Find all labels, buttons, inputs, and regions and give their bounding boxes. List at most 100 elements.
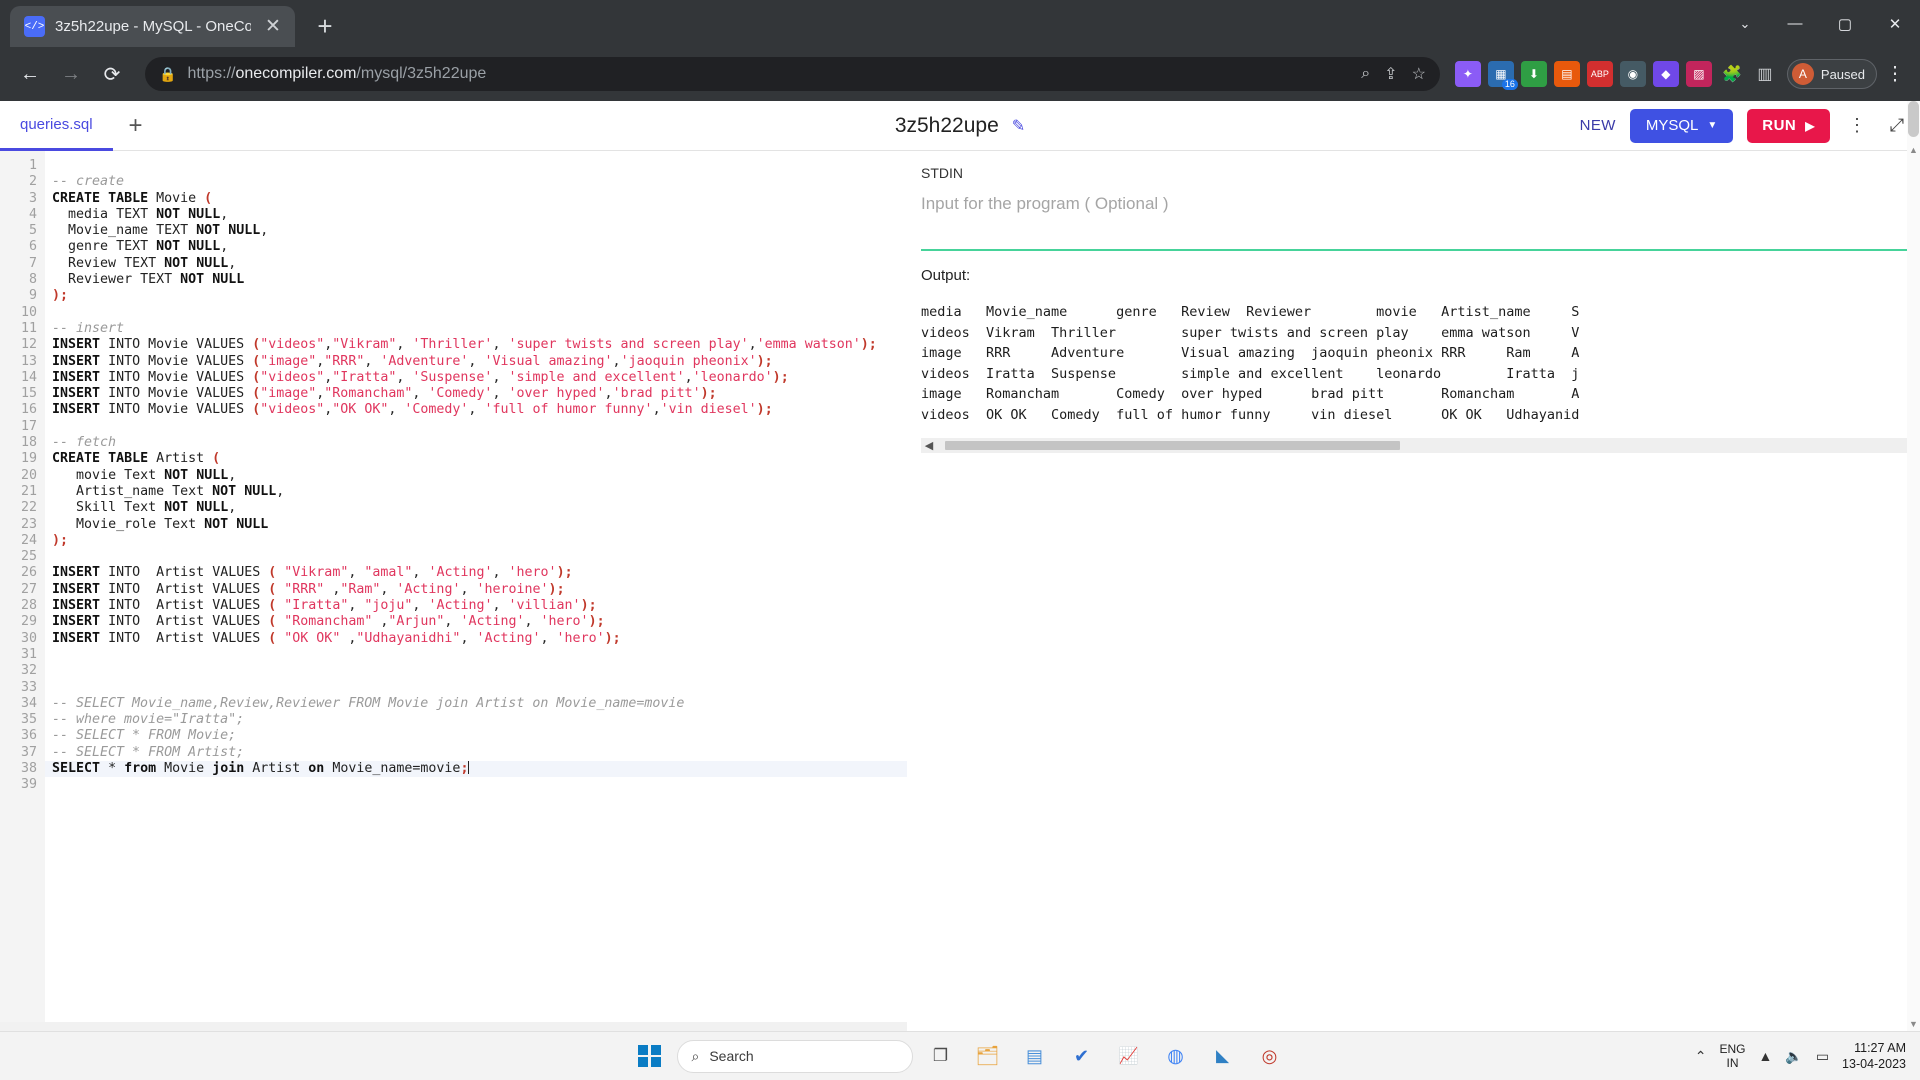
calculator-icon[interactable]: ▤ (1016, 1037, 1054, 1075)
code-line[interactable]: -- insert (52, 321, 907, 337)
code-line[interactable]: -- SELECT * FROM Artist; (52, 745, 907, 761)
stdin-input[interactable]: Input for the program ( Optional ) (921, 194, 1920, 214)
code-line[interactable]: INSERT INTO Artist VALUES ( "Romancham" … (52, 614, 907, 630)
scrollbar-thumb[interactable] (945, 441, 1400, 450)
code-line[interactable]: Movie_name TEXT NOT NULL, (52, 223, 907, 239)
code-line[interactable]: media TEXT NOT NULL, (52, 207, 907, 223)
media-extension-icon[interactable]: ▦16 (1488, 61, 1514, 87)
line-number: 38 (0, 761, 37, 777)
scroll-left-icon[interactable]: ◀ (921, 439, 937, 452)
code-line[interactable]: INSERT INTO Artist VALUES ( "RRR" ,"Ram"… (52, 582, 907, 598)
puzzle-piece-icon[interactable]: 🧩 (1719, 61, 1745, 87)
eye-extension-icon[interactable]: ◉ (1620, 61, 1646, 87)
code-line[interactable]: SELECT * from Movie join Artist on Movie… (45, 761, 907, 777)
code-line[interactable] (52, 305, 907, 321)
grid-extension-icon[interactable]: ▤ (1554, 61, 1580, 87)
target-app-icon[interactable]: ◎ (1251, 1037, 1289, 1075)
line-number: 15 (0, 386, 37, 402)
taskbar-search[interactable]: ⌕ Search (677, 1040, 913, 1073)
search-icon[interactable]: ⌕ (1361, 65, 1370, 83)
edit-title-icon[interactable]: ✎ (1012, 116, 1025, 136)
code-line[interactable] (52, 158, 907, 174)
maximize-icon[interactable]: ▢ (1820, 0, 1870, 47)
back-icon[interactable]: ← (12, 56, 48, 92)
code-line[interactable] (52, 663, 907, 679)
code-line[interactable] (52, 647, 907, 663)
browser-tab[interactable]: </> 3z5h22upe - MySQL - OneCompi ✕ (10, 6, 295, 47)
adblock-extension-icon[interactable]: ABP (1587, 61, 1613, 87)
page-scrollbar-thumb[interactable] (1908, 101, 1919, 137)
bookmark-star-icon[interactable]: ☆ (1412, 64, 1426, 84)
more-options-icon[interactable]: ⋮ (1844, 115, 1870, 136)
stdin-label: STDIN (921, 165, 1920, 181)
new-tab-button[interactable]: + (307, 8, 343, 44)
file-explorer-icon[interactable]: 🗂 (969, 1037, 1007, 1075)
scroll-up-icon[interactable]: ▲ (1908, 145, 1919, 155)
editor-horizontal-scrollbar[interactable] (0, 1022, 907, 1031)
code-line[interactable]: Movie_role Text NOT NULL (52, 517, 907, 533)
windows-start-icon[interactable] (632, 1038, 668, 1074)
code-line[interactable]: -- fetch (52, 435, 907, 451)
code-line[interactable]: INSERT INTO Artist VALUES ( "OK OK" ,"Ud… (52, 631, 907, 647)
paint-extension-icon[interactable]: ▨ (1686, 61, 1712, 87)
shield-extension-icon[interactable]: ◆ (1653, 61, 1679, 87)
scrollbar-track[interactable] (937, 438, 1904, 453)
minimize-icon[interactable]: — (1770, 0, 1820, 47)
code-line[interactable] (52, 777, 907, 793)
code-line[interactable] (52, 419, 907, 435)
profile-button[interactable]: A Paused (1787, 59, 1877, 89)
output-horizontal-scrollbar[interactable]: ◀ ▶ (921, 438, 1920, 453)
code-line[interactable]: -- create (52, 174, 907, 190)
sidepanel-icon[interactable]: ▥ (1752, 61, 1778, 87)
line-number: 34 (0, 696, 37, 712)
code-line[interactable]: -- SELECT * FROM Movie; (52, 728, 907, 744)
line-number: 36 (0, 728, 37, 744)
page-vertical-scrollbar[interactable]: ▲ ▼ (1907, 101, 1920, 1031)
run-button[interactable]: RUN ▶ (1747, 109, 1830, 143)
code-line[interactable]: INSERT INTO Movie VALUES ("videos","OK O… (52, 402, 907, 418)
chevron-down-icon[interactable]: ⌄ (1720, 0, 1770, 47)
code-line[interactable]: movie Text NOT NULL, (52, 468, 907, 484)
todo-icon[interactable]: ✔ (1063, 1037, 1101, 1075)
vscode-icon[interactable]: ◣ (1204, 1037, 1242, 1075)
browser-menu-icon[interactable]: ⋮ (1882, 63, 1908, 86)
new-button[interactable]: NEW (1580, 117, 1616, 134)
code-line[interactable]: Reviewer TEXT NOT NULL (52, 272, 907, 288)
chrome-icon[interactable]: ◍ (1157, 1037, 1195, 1075)
scroll-down-icon[interactable]: ▼ (1908, 1019, 1919, 1029)
reload-icon[interactable]: ⟳ (94, 56, 130, 92)
code-line[interactable]: CREATE TABLE Artist ( (52, 451, 907, 467)
code-line[interactable] (52, 680, 907, 696)
line-number: 14 (0, 370, 37, 386)
code-editor[interactable]: 1234567891011121314151617181920212223242… (0, 151, 907, 1031)
forward-icon[interactable]: → (53, 56, 89, 92)
chart-app-icon[interactable]: 📈 (1110, 1037, 1148, 1075)
code-line[interactable]: Artist_name Text NOT NULL, (52, 484, 907, 500)
file-tab-queries-sql[interactable]: queries.sql (0, 101, 113, 151)
code-line[interactable]: INSERT INTO Artist VALUES ( "Vikram", "a… (52, 565, 907, 581)
code-line[interactable]: genre TEXT NOT NULL, (52, 239, 907, 255)
share-icon[interactable]: ⇪ (1384, 64, 1397, 84)
language-selector[interactable]: MYSQL ▼ (1630, 109, 1733, 143)
close-window-icon[interactable]: ✕ (1870, 0, 1920, 47)
download-extension-icon[interactable]: ⬇ (1521, 61, 1547, 87)
code-line[interactable]: -- SELECT Movie_name,Review,Reviewer FRO… (52, 696, 907, 712)
code-line[interactable]: -- where movie="Iratta"; (52, 712, 907, 728)
code-line[interactable] (52, 549, 907, 565)
taskview-icon[interactable]: ❐ (922, 1037, 960, 1075)
puzzle-extension-icon[interactable]: ✦ (1455, 61, 1481, 87)
code-line[interactable]: ); (52, 288, 907, 304)
add-file-button[interactable]: + (113, 101, 159, 151)
code-line[interactable]: INSERT INTO Movie VALUES ("image","Roman… (52, 386, 907, 402)
code-line[interactable]: INSERT INTO Movie VALUES ("videos","Irat… (52, 370, 907, 386)
code-line[interactable]: CREATE TABLE Movie ( (52, 191, 907, 207)
address-bar[interactable]: 🔒 https://onecompiler.com/mysql/3z5h22up… (145, 57, 1440, 91)
code-area[interactable]: -- createCREATE TABLE Movie ( media TEXT… (45, 151, 907, 1031)
code-line[interactable]: Skill Text NOT NULL, (52, 500, 907, 516)
code-line[interactable]: ); (52, 533, 907, 549)
code-line[interactable]: INSERT INTO Movie VALUES ("image","RRR",… (52, 354, 907, 370)
code-line[interactable]: INSERT INTO Movie VALUES ("videos","Vikr… (52, 337, 907, 353)
close-tab-icon[interactable]: ✕ (261, 15, 285, 39)
code-line[interactable]: Review TEXT NOT NULL, (52, 256, 907, 272)
code-line[interactable]: INSERT INTO Artist VALUES ( "Iratta", "j… (52, 598, 907, 614)
